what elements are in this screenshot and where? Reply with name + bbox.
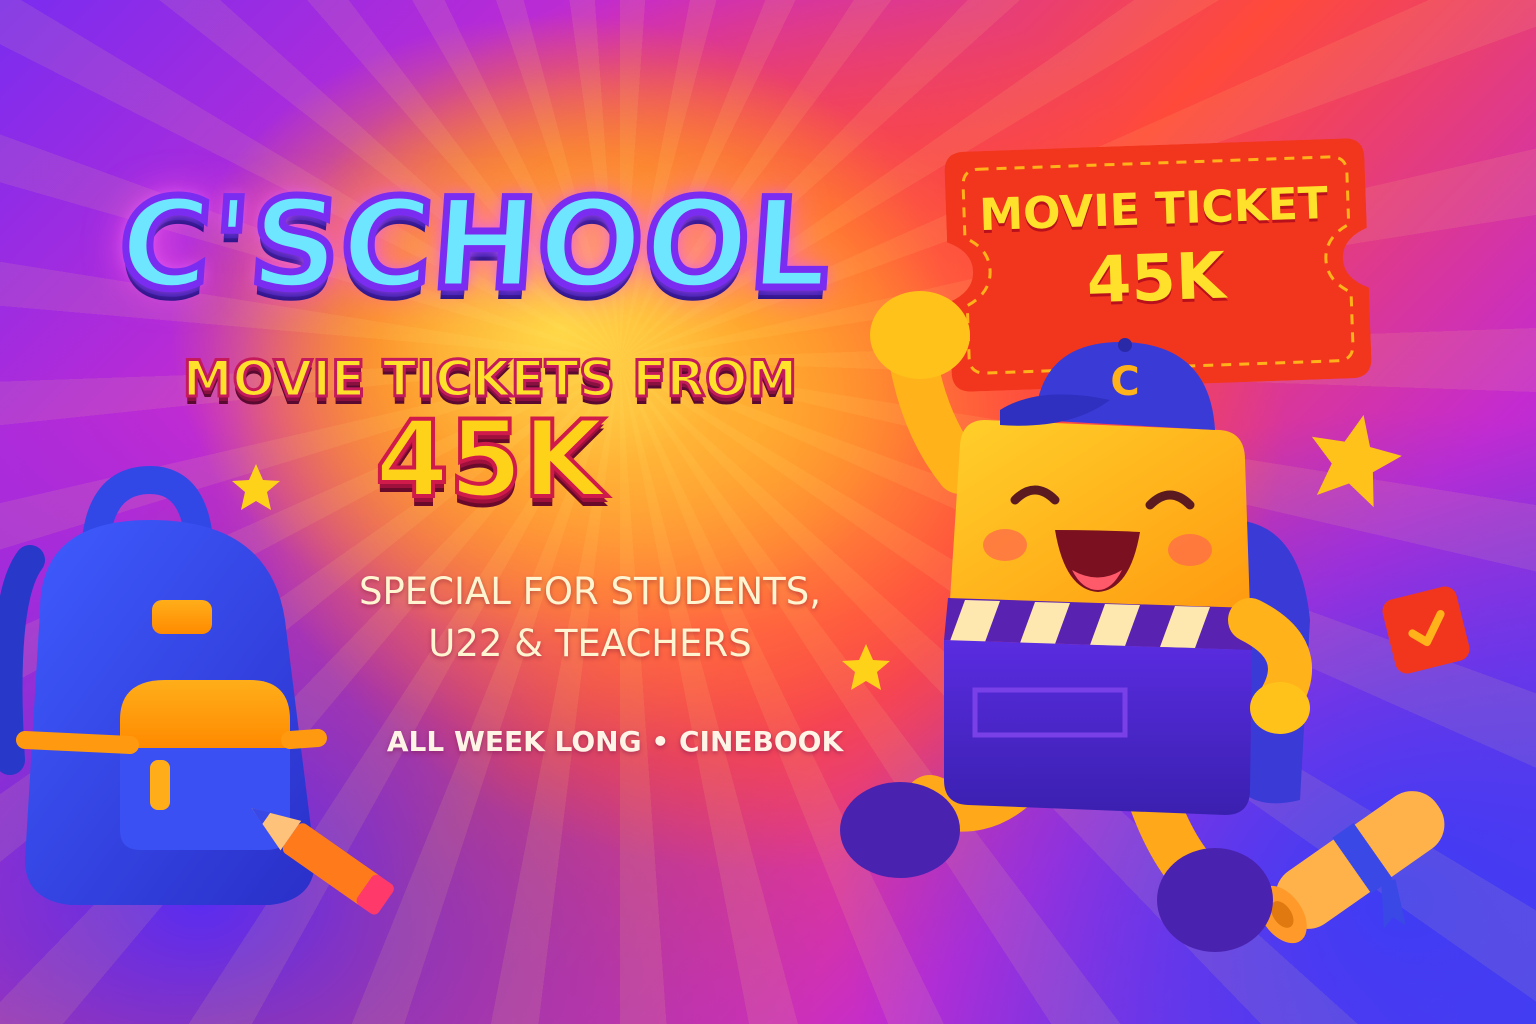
mascot: C (840, 291, 1312, 952)
headline: C'SCHOOL (111, 170, 839, 321)
footer-text: ALL WEEK LONG • CINEBOOK (386, 725, 844, 758)
fist (870, 291, 970, 379)
tagline-line-2: U22 & TEACHERS (428, 622, 752, 665)
promo-banner: MOVIE TICKET 45K C C'SCHOOL MOVIE TICKET… (0, 0, 1536, 1024)
cap-logo: C (1110, 359, 1139, 405)
shoe-right (1157, 848, 1273, 952)
tagline: SPECIAL FOR STUDENTS, U22 & TEACHERS (300, 566, 880, 670)
price: 45K (373, 398, 607, 522)
tagline-line-1: SPECIAL FOR STUDENTS, (358, 570, 822, 613)
shoe-left (840, 782, 960, 878)
